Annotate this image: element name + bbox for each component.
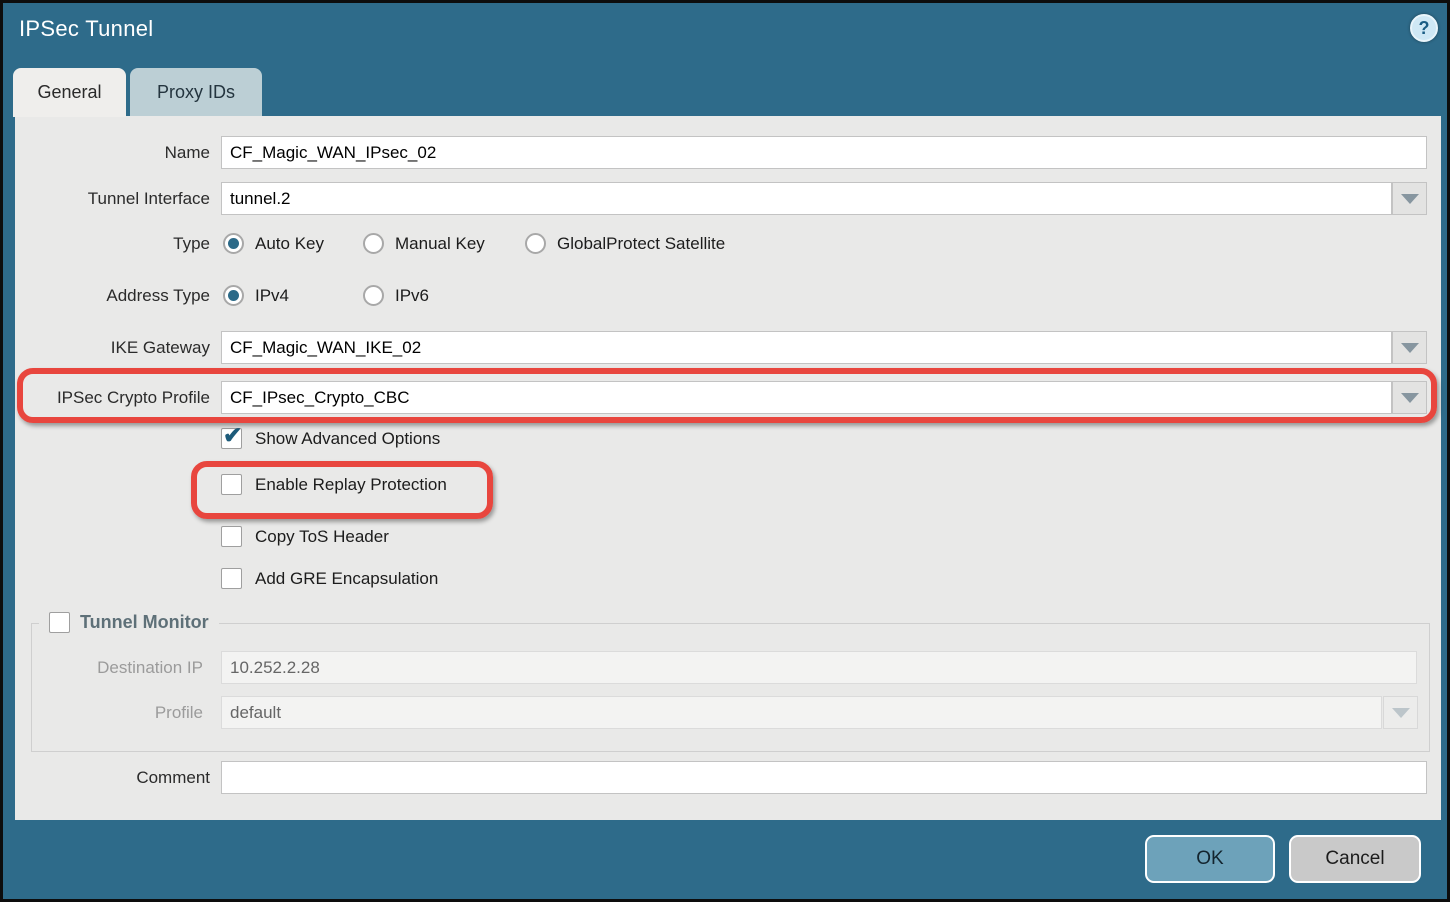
checkbox-add-gre-encapsulation[interactable] <box>221 568 242 589</box>
profile-input <box>221 696 1382 729</box>
checkbox-enable-replay-protection-label[interactable]: Enable Replay Protection <box>255 474 447 496</box>
name-label: Name <box>15 136 210 169</box>
tunnel-monitor-fieldset <box>31 623 1430 752</box>
chevron-down-icon <box>1392 708 1410 718</box>
radio-manual-key-label[interactable]: Manual Key <box>395 232 485 256</box>
checkbox-copy-tos-header-label[interactable]: Copy ToS Header <box>255 526 389 548</box>
tunnel-interface-label: Tunnel Interface <box>15 182 210 215</box>
radio-ipv6[interactable] <box>363 285 384 306</box>
address-type-label: Address Type <box>15 279 210 312</box>
dialog-title: IPSec Tunnel <box>19 16 153 42</box>
help-icon[interactable]: ? <box>1410 14 1438 42</box>
cancel-button[interactable]: Cancel <box>1289 835 1421 883</box>
ipsec-tunnel-dialog: IPSec Tunnel ? General Proxy IDs Name Tu… <box>0 0 1450 902</box>
tunnel-monitor-legend: Tunnel Monitor <box>39 609 219 635</box>
tunnel-monitor-label[interactable]: Tunnel Monitor <box>80 612 209 633</box>
ike-gateway-label: IKE Gateway <box>15 331 210 364</box>
chevron-down-icon <box>1401 194 1419 204</box>
radio-auto-key-label[interactable]: Auto Key <box>255 232 324 256</box>
radio-auto-key[interactable] <box>223 233 244 254</box>
checkbox-show-advanced-options-label[interactable]: Show Advanced Options <box>255 428 440 450</box>
name-input[interactable] <box>221 136 1427 169</box>
radio-ipv4[interactable] <box>223 285 244 306</box>
ike-gateway-input[interactable] <box>221 331 1392 364</box>
comment-input[interactable] <box>221 761 1427 794</box>
tab-proxy-ids[interactable]: Proxy IDs <box>130 68 262 116</box>
checkbox-copy-tos-header[interactable] <box>221 526 242 547</box>
ipsec-crypto-profile-dropdown-button[interactable] <box>1392 381 1427 414</box>
destination-ip-label: Destination IP <box>15 651 203 684</box>
checkbox-show-advanced-options[interactable] <box>221 428 242 449</box>
radio-globalprotect-satellite[interactable] <box>525 233 546 254</box>
ike-gateway-dropdown-button[interactable] <box>1392 331 1427 364</box>
profile-dropdown-button <box>1383 696 1418 729</box>
radio-ipv6-label[interactable]: IPv6 <box>395 284 429 308</box>
general-tab-panel: Name Tunnel Interface Type Auto Key Manu… <box>15 116 1441 820</box>
profile-label: Profile <box>15 696 203 729</box>
radio-manual-key[interactable] <box>363 233 384 254</box>
ipsec-crypto-profile-input[interactable] <box>221 381 1392 414</box>
checkbox-enable-replay-protection[interactable] <box>221 474 242 495</box>
comment-label: Comment <box>15 761 210 794</box>
tab-general[interactable]: General <box>13 68 126 117</box>
tunnel-interface-dropdown-button[interactable] <box>1392 182 1427 215</box>
radio-globalprotect-satellite-label[interactable]: GlobalProtect Satellite <box>557 232 725 256</box>
type-label: Type <box>15 227 210 260</box>
ok-button[interactable]: OK <box>1145 835 1275 883</box>
chevron-down-icon <box>1401 393 1419 403</box>
checkbox-tunnel-monitor[interactable] <box>49 612 70 633</box>
checkbox-add-gre-encapsulation-label[interactable]: Add GRE Encapsulation <box>255 568 438 590</box>
ipsec-crypto-profile-label: IPSec Crypto Profile <box>15 381 210 414</box>
tunnel-interface-input[interactable] <box>221 182 1392 215</box>
chevron-down-icon <box>1401 343 1419 353</box>
radio-ipv4-label[interactable]: IPv4 <box>255 284 289 308</box>
destination-ip-input <box>221 651 1417 684</box>
